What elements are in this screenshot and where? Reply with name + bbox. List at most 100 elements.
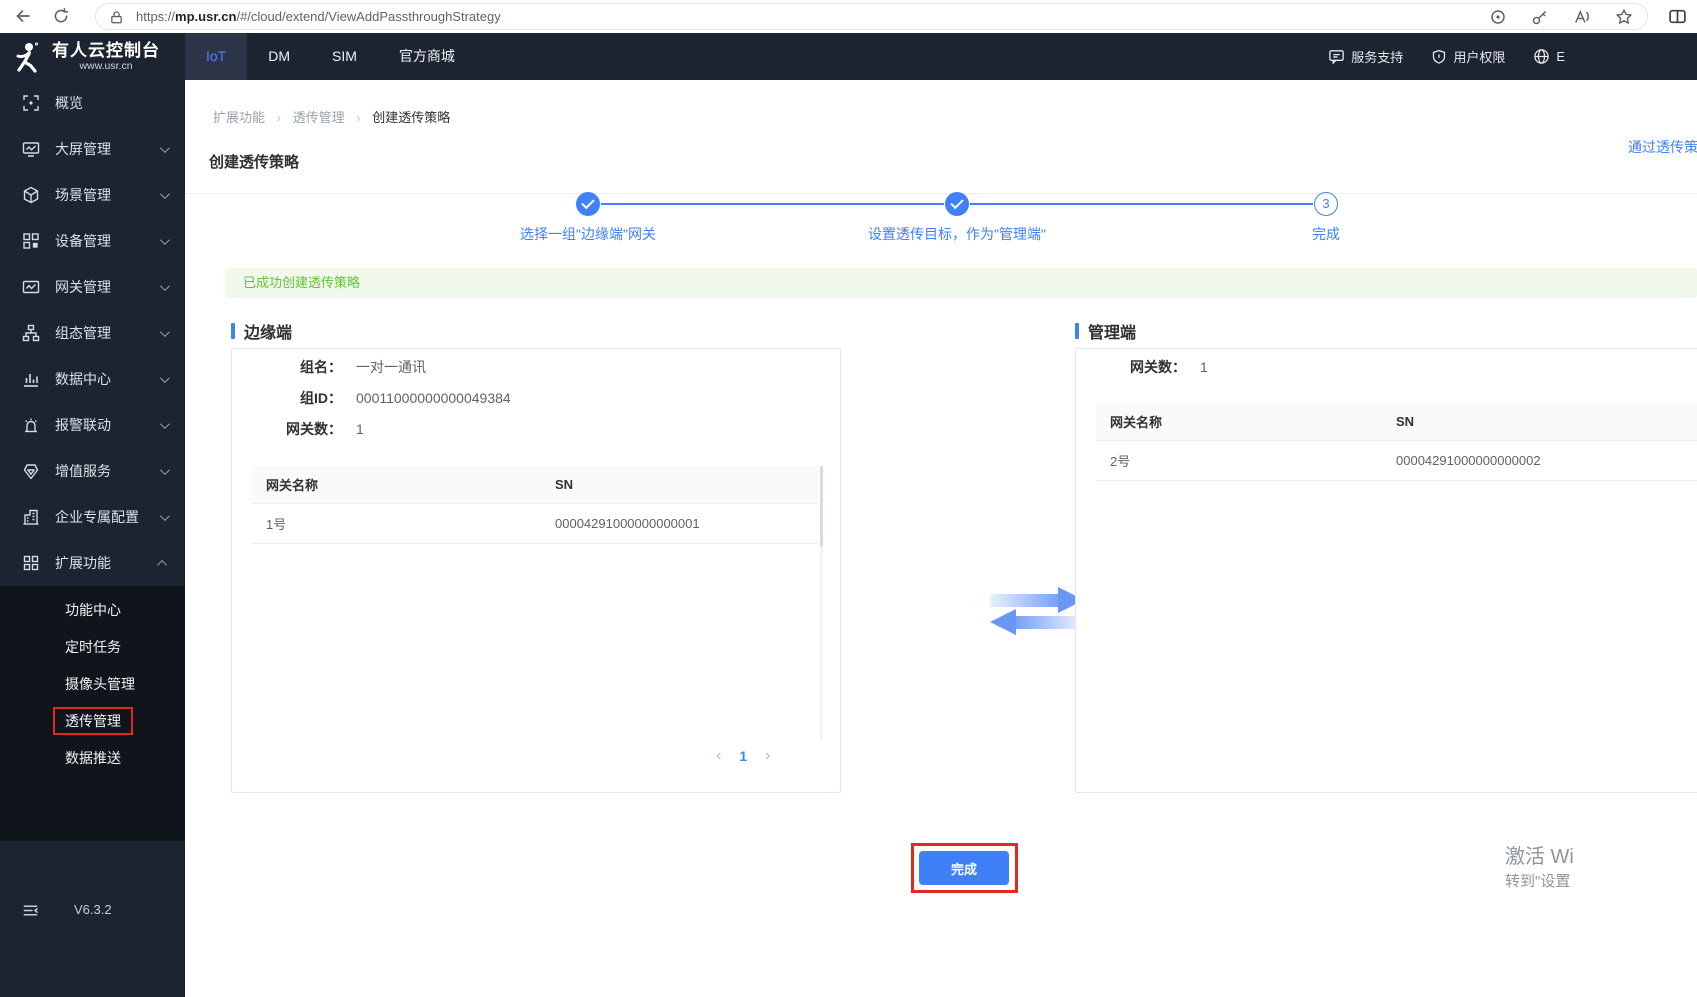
sidebar-item-label: 网关管理 xyxy=(55,279,111,295)
table-header-row: 网关名称 SN xyxy=(1096,403,1697,441)
sidebar-item-bigscreen[interactable]: 大屏管理 xyxy=(0,126,185,172)
overview-icon xyxy=(22,94,40,112)
sidebar-item-extend[interactable]: 扩展功能 xyxy=(0,540,185,586)
chevron-down-icon xyxy=(159,418,170,429)
group-name-field: 组名： 一对一通讯 xyxy=(232,351,840,382)
logo-subtitle: www.usr.cn xyxy=(79,60,133,72)
sidebar: 概览 大屏管理 场景管理 设备管理 网关管理 组态管理 数据中心 报警联动 增值… xyxy=(0,80,185,997)
tab-dm[interactable]: DM xyxy=(247,33,311,80)
sidebar-item-label: 组态管理 xyxy=(55,325,111,341)
sidebar-item-scene[interactable]: 场景管理 xyxy=(0,172,185,218)
edge-fields: 组名： 一对一通讯 组ID： 00011000000000049384 网关数：… xyxy=(232,349,840,444)
service-support-label: 服务支持 xyxy=(1351,50,1404,65)
submenu-item-function-center[interactable]: 功能中心 xyxy=(0,592,185,629)
col-gateway-name: 网关名称 xyxy=(266,478,319,493)
sidebar-item-label: 扩展功能 xyxy=(55,555,111,571)
address-bar-icons xyxy=(1489,8,1633,26)
chat-bubble-icon xyxy=(1328,48,1345,65)
sidebar-item-device[interactable]: 设备管理 xyxy=(0,218,185,264)
gateway-name-cell: 1号 xyxy=(266,517,287,532)
group-name-value: 一对一通讯 xyxy=(356,358,426,375)
password-key-icon[interactable] xyxy=(1531,8,1549,26)
step-1-circle-check-icon xyxy=(576,192,600,216)
url-scheme: https:// xyxy=(136,9,176,24)
table-row: 2号 00004291000000000002 xyxy=(1096,441,1697,481)
user-permissions[interactable]: 用户权限 xyxy=(1431,47,1505,66)
chevron-down-icon xyxy=(159,234,170,245)
group-id-field: 组ID： 00011000000000049384 xyxy=(232,382,840,413)
chevron-down-icon xyxy=(159,510,170,521)
step-2-circle-check-icon xyxy=(945,192,969,216)
edge-section-title-text: 边缘端 xyxy=(244,325,293,342)
submenu-item-data-push[interactable]: 数据推送 xyxy=(0,740,185,777)
app-logo[interactable]: 有人云控制台 www.usr.cn xyxy=(0,33,185,80)
sidebar-item-datacenter[interactable]: 数据中心 xyxy=(0,356,185,402)
pagination-next-icon[interactable]: › xyxy=(765,747,770,765)
back-icon[interactable] xyxy=(14,7,32,25)
service-support[interactable]: 服务支持 xyxy=(1328,47,1403,66)
extend-submenu: 功能中心 定时任务 摄像头管理 透传管理 数据推送 xyxy=(0,586,185,841)
annotation-red-box[interactable]: 透传管理 xyxy=(53,707,133,735)
breadcrumb-extend[interactable]: 扩展功能 xyxy=(213,110,265,125)
vas-icon xyxy=(22,462,40,480)
sidebar-item-enterprise-config[interactable]: 企业专属配置 xyxy=(0,494,185,540)
header-right: 服务支持 用户权限 E xyxy=(1328,33,1697,80)
chevron-down-icon xyxy=(159,372,170,383)
step-3-circle: 3 xyxy=(1314,192,1338,216)
table-scrollbar-thumb[interactable] xyxy=(820,466,823,546)
sidebar-item-overview[interactable]: 概览 xyxy=(0,80,185,126)
split-screen-icon[interactable] xyxy=(1668,7,1687,26)
submenu-item-passthrough-management[interactable]: 透传管理 xyxy=(0,703,185,740)
user-permissions-label: 用户权限 xyxy=(1453,50,1506,65)
url-text[interactable]: https://mp.usr.cn/#/cloud/extend/ViewAdd… xyxy=(136,9,501,24)
sidebar-item-label: 报警联动 xyxy=(55,417,111,433)
pagination-page-1[interactable]: 1 xyxy=(739,748,747,764)
sidebar-item-label: 增值服务 xyxy=(55,463,111,479)
manage-panel-card: 网关数： 1 网关名称 SN 2号 00004291000000000002 xyxy=(1075,348,1697,793)
tab-iot[interactable]: IoT xyxy=(185,33,248,80)
sidebar-item-gateway[interactable]: 网关管理 xyxy=(0,264,185,310)
enterprise-icon xyxy=(22,508,40,526)
sidebar-item-scada[interactable]: 组态管理 xyxy=(0,310,185,356)
sidebar-footer: V6.3.2 xyxy=(0,900,185,924)
chevron-down-icon xyxy=(159,280,170,291)
pagination-prev-icon[interactable]: ‹ xyxy=(716,747,721,765)
arrow-left-bar xyxy=(1016,616,1084,629)
refresh-icon[interactable] xyxy=(52,7,70,25)
gateway-sn-cell: 00004291000000000002 xyxy=(1396,453,1541,468)
globe-icon xyxy=(1533,48,1550,65)
gateway-name-cell: 2号 xyxy=(1110,454,1131,469)
browser-toolbar: https://mp.usr.cn/#/cloud/extend/ViewAdd… xyxy=(0,0,1697,33)
breadcrumb-separator: › xyxy=(356,110,361,125)
sidebar-item-alarm[interactable]: 报警联动 xyxy=(0,402,185,448)
chevron-down-icon xyxy=(159,464,170,475)
create-via-strategy-link[interactable]: 通过透传策略 xyxy=(1628,137,1697,157)
language-switcher[interactable]: E xyxy=(1533,48,1565,65)
lock-icon[interactable] xyxy=(109,10,124,25)
chevron-up-icon xyxy=(157,559,168,570)
alarm-icon xyxy=(22,416,40,434)
edge-table-pagination: ‹ 1 › xyxy=(716,747,770,765)
tab-sim[interactable]: SIM xyxy=(311,33,378,80)
submenu-item-camera-management[interactable]: 摄像头管理 xyxy=(0,666,185,703)
finish-button[interactable]: 完成 xyxy=(919,851,1009,885)
location-icon[interactable] xyxy=(1489,8,1507,26)
section-accent-bar xyxy=(1075,323,1079,339)
breadcrumb-passthrough[interactable]: 透传管理 xyxy=(293,110,345,125)
sidebar-item-label: 场景管理 xyxy=(55,187,111,203)
collapse-sidebar-icon[interactable] xyxy=(22,902,39,919)
chevron-down-icon xyxy=(159,326,170,337)
submenu-item-scheduled-tasks[interactable]: 定时任务 xyxy=(0,629,185,666)
favorite-star-icon[interactable] xyxy=(1615,8,1633,26)
usr-person-logo-icon xyxy=(10,40,44,74)
language-label: E xyxy=(1556,49,1565,64)
sidebar-item-label: 设备管理 xyxy=(55,233,111,249)
tab-official-mall[interactable]: 官方商城 xyxy=(378,33,476,80)
sidebar-item-value-added-services[interactable]: 增值服务 xyxy=(0,448,185,494)
section-accent-bar xyxy=(231,323,235,339)
address-bar[interactable]: https://mp.usr.cn/#/cloud/extend/ViewAdd… xyxy=(95,3,1648,30)
logo-title: 有人云控制台 xyxy=(52,41,160,60)
chevron-down-icon xyxy=(159,142,170,153)
read-aloud-icon[interactable] xyxy=(1573,8,1591,26)
gateway-count-field: 网关数： 1 xyxy=(1076,351,1697,382)
